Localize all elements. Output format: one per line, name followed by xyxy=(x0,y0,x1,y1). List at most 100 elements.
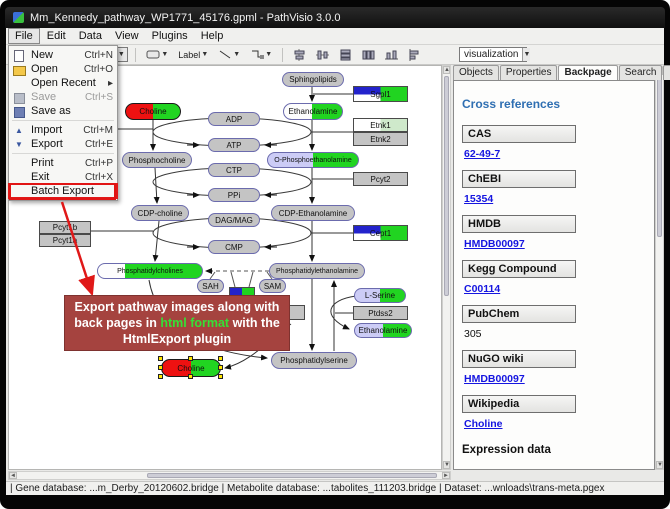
selection-handle[interactable] xyxy=(218,356,223,361)
menu-help[interactable]: Help xyxy=(195,29,230,43)
pathway-node-ethanolamine[interactable]: Ethanolamine xyxy=(283,103,343,120)
stack-horizontal-button[interactable] xyxy=(359,47,378,63)
menu-file[interactable]: File xyxy=(8,28,40,44)
chevron-down-icon[interactable]: ▼ xyxy=(161,51,168,58)
selection-handle[interactable] xyxy=(218,374,223,379)
selection-handle[interactable] xyxy=(218,365,223,370)
menu-bar: FileEditDataViewPluginsHelp xyxy=(6,28,664,45)
scroll-down-icon[interactable]: ▼ xyxy=(656,461,663,469)
pathway-node-phosphatidylethanolamine[interactable]: Phosphatidylethanolamine xyxy=(269,263,365,279)
file-menu-item-exit[interactable]: ExitCtrl+X xyxy=(9,170,117,184)
menu-edit[interactable]: Edit xyxy=(41,29,72,43)
pathway-node-dag-mag[interactable]: DAG/MAG xyxy=(208,213,260,227)
tab-backpage[interactable]: Backpage xyxy=(558,65,617,80)
scroll-right-icon[interactable]: ► xyxy=(442,472,450,479)
pathway-node-cdp-ethanolamine[interactable]: CDP-Ethanolamine xyxy=(271,205,355,221)
pathway-node-atp[interactable]: ATP xyxy=(208,138,260,152)
menu-view[interactable]: View xyxy=(109,29,145,43)
pathway-node-adp[interactable]: ADP xyxy=(208,112,260,126)
pathway-node-ctp[interactable]: CTP xyxy=(208,163,260,177)
selection-handle[interactable] xyxy=(188,356,193,361)
menu-plugins[interactable]: Plugins xyxy=(146,29,194,43)
pathway-node-ppi[interactable]: PPi xyxy=(208,188,260,202)
align-center-x-button[interactable] xyxy=(290,47,309,63)
file-menu-item-shortcut: Ctrl+M xyxy=(83,125,113,136)
chevron-down-icon[interactable]: ▼ xyxy=(201,51,208,58)
chevron-down-icon[interactable]: ▼ xyxy=(233,51,240,58)
pathway-node-sam[interactable]: SAM xyxy=(259,279,286,293)
canvas-horizontal-scrollbar[interactable]: ◄ ► xyxy=(8,471,451,480)
pathway-node-sphingolipids[interactable]: Sphingolipids xyxy=(282,72,344,87)
pathway-node-sgpl1[interactable]: Sgpl1 xyxy=(353,86,408,102)
xref-value-wikipedia[interactable]: Choline xyxy=(464,418,503,430)
pathway-node-phosphatidylcholines[interactable]: Phosphatidylcholines xyxy=(97,263,203,279)
align-bottom-button[interactable] xyxy=(382,47,401,63)
chevron-down-icon[interactable]: ▼ xyxy=(522,48,530,61)
pathway-node-o-phosphoethanolamine[interactable]: O-Phosphoethanolamine xyxy=(267,152,359,168)
scroll-thumb[interactable] xyxy=(444,76,449,296)
file-menu-item-export[interactable]: ExportCtrl+E xyxy=(9,137,117,151)
line-tool-button[interactable]: ▼ xyxy=(215,47,243,62)
xref-value-chebi[interactable]: 15354 xyxy=(464,193,493,205)
visualization-combobox[interactable]: visualization ▼ xyxy=(459,47,527,62)
tab-properties[interactable]: Properties xyxy=(500,65,558,80)
selection-handle[interactable] xyxy=(158,365,163,370)
scroll-left-icon[interactable]: ◄ xyxy=(9,472,17,479)
connector-tool-button[interactable]: ▼ xyxy=(247,47,275,62)
file-menu-item-new[interactable]: NewCtrl+N xyxy=(9,48,117,62)
pathway-node-phosphocholine[interactable]: Phosphocholine xyxy=(122,152,192,168)
chevron-down-icon[interactable]: ▼ xyxy=(265,51,272,58)
file-menu-item-save[interactable]: SaveCtrl+S xyxy=(9,90,117,104)
tab-legend[interactable]: Legend xyxy=(663,65,670,80)
pathvisio-app-icon xyxy=(13,12,24,23)
panel-vertical-scrollbar[interactable]: ▲ ▼ xyxy=(655,66,664,470)
pathway-node-phosphatidylserine[interactable]: Phosphatidylserine xyxy=(271,352,357,369)
xref-value-cas[interactable]: 62-49-7 xyxy=(464,148,500,160)
pathway-node-etnk2[interactable]: Etnk2 xyxy=(353,132,408,146)
file-menu-item-label: New xyxy=(31,49,84,61)
align-left-button[interactable] xyxy=(405,47,424,63)
selection-handle[interactable] xyxy=(188,374,193,379)
xref-value-nugo-wiki[interactable]: HMDB00097 xyxy=(464,373,525,385)
selection-handle[interactable] xyxy=(158,356,163,361)
file-menu-item-save-as[interactable]: Save as xyxy=(9,104,117,118)
pathway-node-pcyt1b[interactable]: Pcyt1b xyxy=(39,221,91,234)
stack-vertical-button[interactable] xyxy=(336,47,355,63)
title-bar[interactable]: Mm_Kennedy_pathway_WP1771_45176.gpml - P… xyxy=(5,7,665,28)
pathway-node-etnk1[interactable]: Etnk1 xyxy=(353,118,408,132)
pathway-node-cdp-choline[interactable]: CDP-choline xyxy=(131,205,189,221)
scroll-thumb[interactable] xyxy=(657,77,662,237)
selection-handle[interactable] xyxy=(158,374,163,379)
tab-objects[interactable]: Objects xyxy=(453,65,499,80)
tab-search[interactable]: Search xyxy=(619,65,663,80)
xref-value-kegg-compound[interactable]: C00114 xyxy=(464,283,500,295)
file-menu-item-open[interactable]: OpenCtrl+O xyxy=(9,62,117,76)
pathway-node-cmp[interactable]: CMP xyxy=(208,240,260,254)
menu-data[interactable]: Data xyxy=(73,29,108,43)
label-button[interactable]: Label ▼ xyxy=(175,48,211,62)
pathway-node-ptdss2[interactable]: Ptdss2 xyxy=(353,306,408,320)
xref-value-hmdb[interactable]: HMDB00097 xyxy=(464,238,525,250)
scroll-down-icon[interactable]: ▼ xyxy=(443,461,450,469)
file-menu-item-import[interactable]: ImportCtrl+M xyxy=(9,123,117,137)
pathway-node-choline[interactable]: Choline xyxy=(125,103,181,120)
label-button-text: Label xyxy=(178,50,200,60)
align-center-y-button[interactable] xyxy=(313,47,332,63)
datanode-button[interactable]: ▼ xyxy=(143,47,171,62)
scroll-thumb[interactable] xyxy=(147,473,437,478)
file-menu-item-print[interactable]: PrintCtrl+P xyxy=(9,156,117,170)
file-menu-item-open-recent[interactable]: Open Recent▸ xyxy=(9,76,117,90)
status-text: | Gene database: ...m_Derby_20120602.bri… xyxy=(10,483,604,494)
pathway-node-cept1[interactable]: Cept1 xyxy=(353,225,408,241)
pathway-node-pcyt2[interactable]: Pcyt2 xyxy=(353,172,408,186)
batch-export-highlight-rect xyxy=(9,183,116,200)
pathway-node-pcyt1a[interactable]: Pcyt1a xyxy=(39,234,91,247)
scroll-up-icon[interactable]: ▲ xyxy=(443,66,450,74)
pathway-node-ethanolamine[interactable]: Ethanolamine xyxy=(354,323,412,338)
save-icon xyxy=(12,92,27,103)
pathway-node-sah[interactable]: SAH xyxy=(197,279,224,293)
align-left-icon xyxy=(408,49,421,61)
xref-header-nugo-wiki: NuGO wiki xyxy=(462,350,576,368)
pathway-node-l-serine[interactable]: L-Serine xyxy=(354,288,406,303)
canvas-vertical-scrollbar[interactable]: ▲ ▼ xyxy=(442,65,451,470)
